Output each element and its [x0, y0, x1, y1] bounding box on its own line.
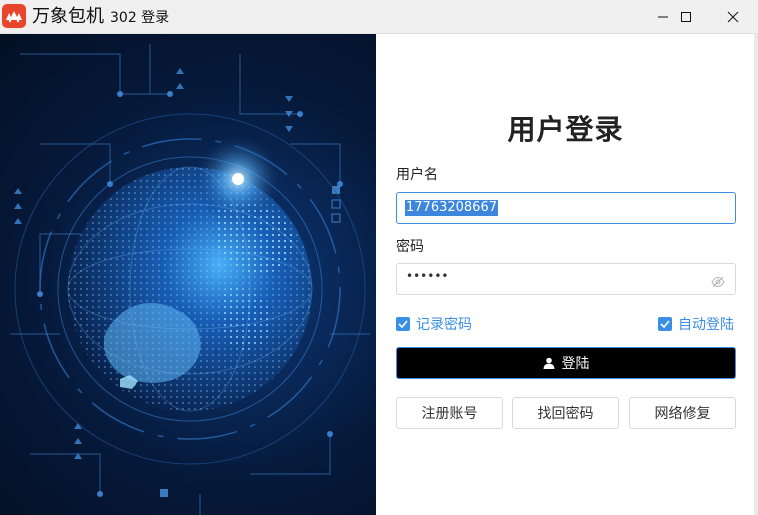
register-button[interactable]: 注册账号	[396, 397, 503, 429]
auto-login-label: 自动登陆	[678, 317, 734, 333]
user-icon	[543, 357, 554, 369]
login-panel: 用户登录 用户名 17763208667 密码 •••••• 记录密码 自动登陆	[376, 34, 755, 515]
window-subtitle: 302 登录	[110, 10, 170, 26]
login-button[interactable]: 登陆	[396, 347, 736, 379]
checkbox-checked-icon	[396, 317, 410, 331]
globe-illustration	[0, 34, 376, 515]
password-label: 密码	[396, 239, 424, 255]
username-field[interactable]: 17763208667	[396, 192, 736, 224]
window-edge	[754, 34, 758, 515]
close-icon	[727, 11, 739, 22]
maximize-button[interactable]	[663, 0, 709, 33]
auto-login-checkbox[interactable]: 自动登陆	[658, 314, 734, 334]
page-title: 用户登录	[507, 113, 624, 146]
username-value: 17763208667	[405, 200, 498, 216]
remember-password-checkbox[interactable]: 记录密码	[396, 314, 472, 334]
remember-password-label: 记录密码	[416, 317, 472, 333]
close-button[interactable]	[710, 0, 756, 33]
app-logo	[2, 4, 26, 28]
username-label: 用户名	[396, 167, 438, 183]
maximize-icon	[681, 11, 691, 22]
network-repair-button[interactable]: 网络修复	[629, 397, 736, 429]
checkbox-checked-icon	[658, 317, 672, 331]
recover-password-button[interactable]: 找回密码	[512, 397, 619, 429]
password-value: ••••••	[406, 269, 449, 283]
login-button-label: 登陆	[561, 356, 590, 372]
password-field[interactable]: ••••••	[396, 263, 736, 295]
eye-off-icon[interactable]	[711, 273, 725, 292]
app-name: 万象包机	[32, 6, 104, 27]
title-bar: 万象包机 302 登录	[0, 0, 758, 34]
